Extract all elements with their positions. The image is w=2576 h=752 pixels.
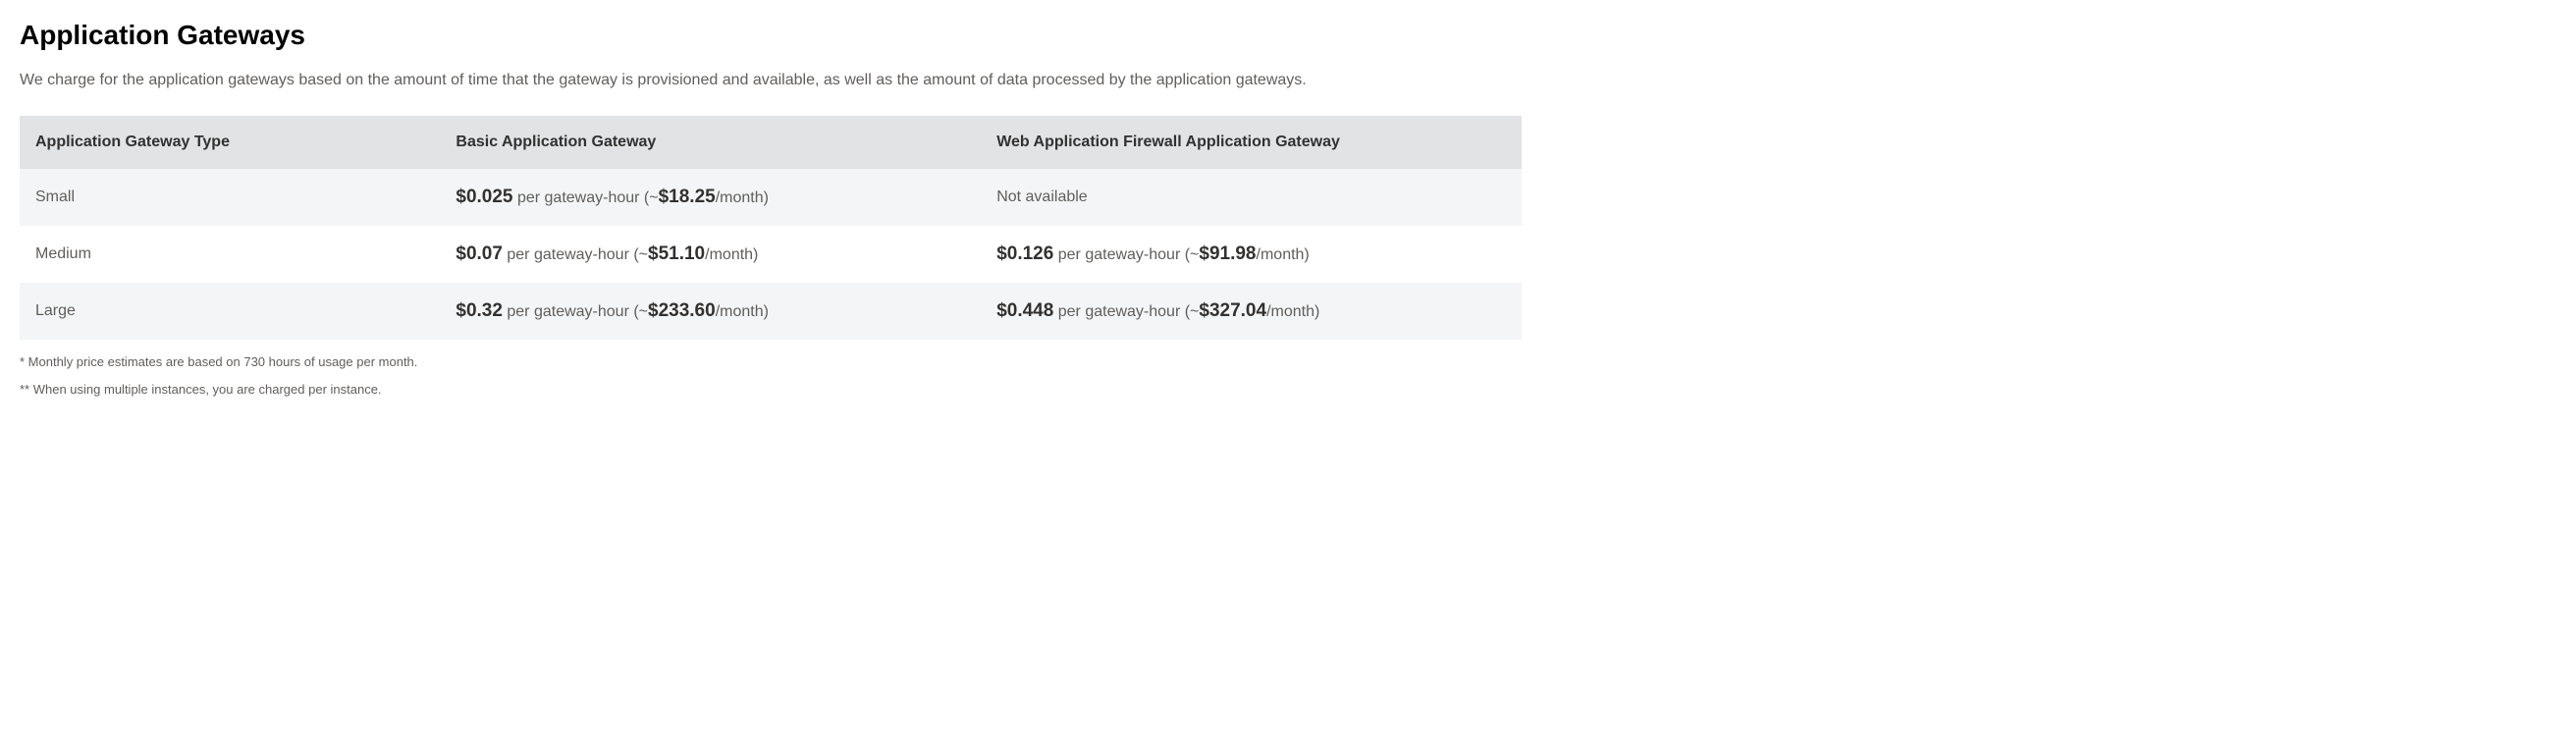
price-month-suffix: /month)	[716, 189, 769, 206]
section-description: We charge for the application gateways b…	[20, 69, 1571, 92]
price-month-suffix: /month)	[705, 246, 758, 263]
price-unit: per gateway-hour (~	[503, 246, 648, 263]
table-row: Small $0.025 per gateway-hour (~$18.25/m…	[20, 169, 1522, 226]
table-row: Large $0.32 per gateway-hour (~$233.60/m…	[20, 283, 1522, 340]
row-waf-price: $0.448 per gateway-hour (~$327.04/month)	[981, 283, 1522, 340]
row-waf-not-available: Not available	[981, 169, 1522, 226]
section-heading: Application Gateways	[20, 20, 2556, 51]
table-row: Medium $0.07 per gateway-hour (~$51.10/m…	[20, 226, 1522, 283]
row-type: Medium	[20, 226, 440, 283]
price-monthly: $18.25	[659, 187, 716, 207]
footnote-2: ** When using multiple instances, you ar…	[20, 381, 2556, 399]
price-hourly: $0.025	[456, 187, 512, 207]
price-hourly: $0.126	[996, 243, 1053, 264]
price-monthly: $51.10	[648, 243, 705, 264]
footnote-1: * Monthly price estimates are based on 7…	[20, 353, 2556, 371]
price-unit: per gateway-hour (~	[1053, 246, 1199, 263]
row-basic-price: $0.07 per gateway-hour (~$51.10/month)	[440, 226, 981, 283]
row-basic-price: $0.025 per gateway-hour (~$18.25/month)	[440, 169, 981, 226]
price-hourly: $0.448	[996, 300, 1053, 321]
table-header-type: Application Gateway Type	[20, 116, 440, 169]
table-header-row: Application Gateway Type Basic Applicati…	[20, 116, 1522, 169]
price-monthly: $327.04	[1199, 300, 1266, 321]
price-unit: per gateway-hour (~	[503, 303, 648, 320]
row-type: Large	[20, 283, 440, 340]
row-waf-price: $0.126 per gateway-hour (~$91.98/month)	[981, 226, 1522, 283]
price-unit: per gateway-hour (~	[513, 189, 659, 206]
price-hourly: $0.32	[456, 300, 503, 321]
price-monthly: $233.60	[648, 300, 716, 321]
price-month-suffix: /month)	[716, 303, 769, 320]
price-month-suffix: /month)	[1266, 303, 1319, 320]
price-monthly: $91.98	[1199, 243, 1256, 264]
row-type: Small	[20, 169, 440, 226]
pricing-table: Application Gateway Type Basic Applicati…	[20, 116, 1522, 340]
price-unit: per gateway-hour (~	[1053, 303, 1199, 320]
row-basic-price: $0.32 per gateway-hour (~$233.60/month)	[440, 283, 981, 340]
table-header-basic: Basic Application Gateway	[440, 116, 981, 169]
table-header-waf: Web Application Firewall Application Gat…	[981, 116, 1522, 169]
price-hourly: $0.07	[456, 243, 503, 264]
price-month-suffix: /month)	[1257, 246, 1310, 263]
